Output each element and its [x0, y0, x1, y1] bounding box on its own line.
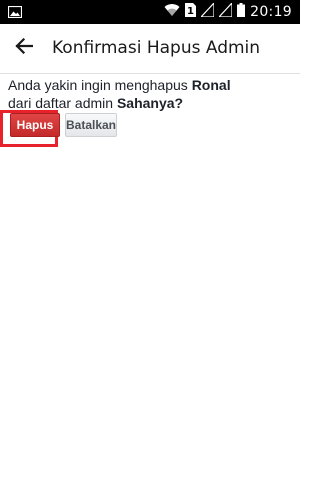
page-name: Sahanya? [116, 95, 184, 111]
app-bar: Konfirmasi Hapus Admin [0, 24, 300, 74]
batalkan-button[interactable]: Batalkan [65, 113, 117, 137]
status-bar: 1 20:19 [0, 0, 300, 24]
status-time: 20:19 [250, 4, 292, 20]
sim-label: 1 [187, 6, 194, 17]
confirmation-dialog: Anda yakin ingin menghapus Ronal dari da… [0, 76, 292, 147]
page-title: Konfirmasi Hapus Admin [52, 38, 261, 58]
confirmation-message: Anda yakin ingin menghapus Ronal dari da… [8, 76, 292, 112]
image-icon [7, 5, 23, 19]
hapus-button[interactable]: Hapus [10, 113, 60, 137]
admin-name: Ronal [191, 77, 231, 93]
wifi-icon [164, 3, 180, 22]
message-text: Anda yakin ingin menghapus [8, 77, 192, 93]
signal-icon [199, 0, 215, 22]
back-button[interactable] [8, 32, 40, 64]
status-icons: 1 20:19 [164, 0, 292, 22]
back-arrow-icon [15, 37, 34, 59]
battery-icon [237, 2, 246, 22]
sim-icon: 1 [185, 2, 197, 22]
message-text: dari daftar admin [8, 95, 117, 111]
signal-icon [217, 0, 233, 22]
